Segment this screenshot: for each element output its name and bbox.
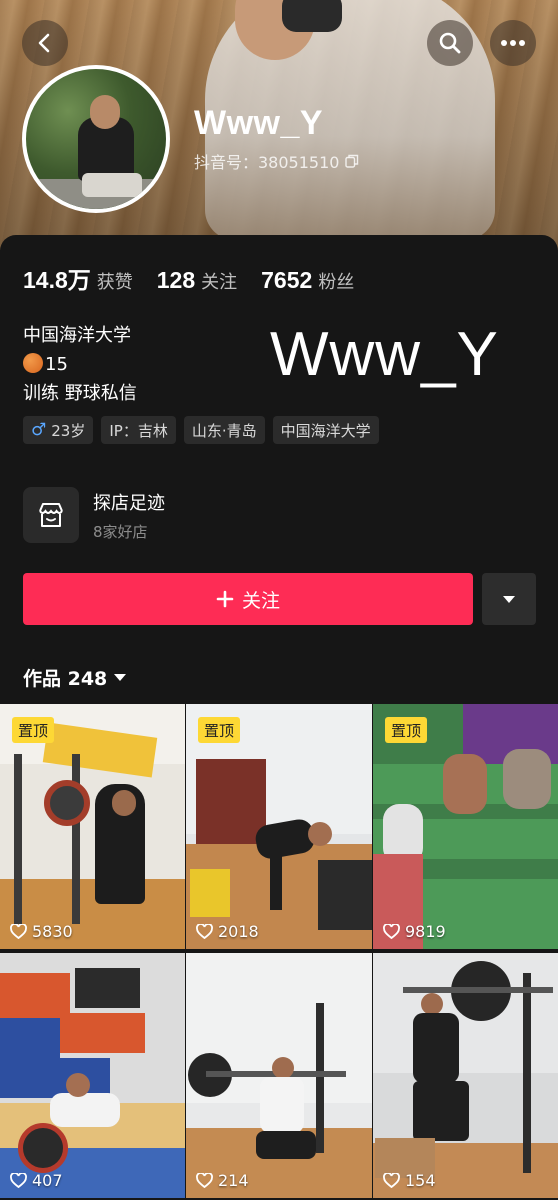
profile-tags: ♂ 23岁 IP：吉林 山东·青岛 中国海洋大学: [23, 416, 379, 444]
pinned-badge: 置顶: [385, 717, 428, 743]
search-icon: [439, 32, 461, 54]
store-subtitle: 8家好店: [93, 522, 148, 541]
plus-icon: [216, 590, 234, 608]
back-button[interactable]: [22, 20, 68, 66]
profile-bio: 中国海洋大学 15 训练 野球私信: [23, 321, 137, 408]
stat-followers-value: 7652: [261, 267, 313, 293]
pinned-badge: 置顶: [198, 717, 241, 743]
tag-location: 山东·青岛: [183, 416, 265, 444]
video-likes-count: 9819: [405, 922, 446, 941]
video-likes: 5830: [10, 922, 73, 941]
video-likes: 407: [10, 1171, 63, 1190]
video-likes: 214: [196, 1171, 249, 1190]
cover-photo-headphone: [282, 0, 342, 32]
heart-icon: [196, 924, 213, 939]
heart-icon: [383, 924, 400, 939]
video-likes: 2018: [196, 922, 259, 941]
stat-likes-value: 14.8万: [23, 267, 91, 293]
follow-button[interactable]: 关注: [23, 573, 473, 625]
video-thumbnail[interactable]: 154: [373, 953, 558, 1198]
store-title: 探店足迹: [93, 492, 165, 514]
video-thumbnail[interactable]: 置顶 2018: [186, 704, 372, 949]
works-tab-label: 作品 248: [23, 668, 108, 690]
stat-following-label: 关注: [201, 272, 238, 293]
video-likes-count: 2018: [218, 922, 259, 941]
store-icon: [23, 487, 79, 543]
tag-ip: IP：吉林: [101, 416, 176, 444]
stat-likes-label: 获赞: [96, 272, 133, 293]
video-likes: 9819: [383, 922, 446, 941]
heart-icon: [10, 1173, 27, 1188]
profile-stats: 14.8万 获赞 128 关注 7652 粉丝: [23, 261, 354, 295]
search-button[interactable]: [427, 20, 473, 66]
heart-icon: [10, 924, 27, 939]
more-horizontal-icon: [501, 40, 525, 46]
video-likes-count: 214: [218, 1171, 249, 1190]
stat-followers[interactable]: 7652 粉丝: [261, 267, 354, 294]
profile-nickname: Www_Y: [194, 104, 324, 142]
tag-age-text: 23岁: [51, 421, 86, 440]
more-button[interactable]: [490, 20, 536, 66]
video-likes: 154: [383, 1171, 436, 1190]
heart-icon: [383, 1173, 400, 1188]
video-likes-count: 154: [405, 1171, 436, 1190]
caret-down-icon: [114, 674, 127, 681]
stat-following-value: 128: [156, 267, 196, 293]
nickname-watermark: Www_Y: [270, 320, 499, 389]
bio-number-text: 15: [45, 354, 68, 375]
stat-likes[interactable]: 14.8万 获赞: [23, 261, 133, 295]
bio-line-training: 训练 野球私信: [23, 383, 137, 404]
chevron-left-icon: [38, 33, 50, 53]
basketball-icon: [23, 353, 43, 373]
works-tab[interactable]: 作品 248: [23, 664, 127, 691]
video-thumbnail[interactable]: 214: [186, 953, 372, 1198]
douyin-id-text: 抖音号：38051510: [194, 153, 340, 172]
bio-line-number: 15: [23, 350, 137, 379]
stat-following[interactable]: 128 关注: [157, 267, 237, 294]
tag-age: ♂ 23岁: [23, 416, 94, 444]
video-grid: 置顶 5830 置顶 2018 置顶 9819 407 214 154: [0, 704, 558, 1200]
store-footprint-entry[interactable]: 探店足迹 8家好店: [23, 487, 165, 543]
video-likes-count: 407: [32, 1171, 63, 1190]
video-thumbnail[interactable]: 置顶 5830: [0, 704, 185, 949]
tag-school[interactable]: 中国海洋大学: [272, 416, 379, 444]
avatar[interactable]: [22, 65, 170, 213]
stat-followers-label: 粉丝: [318, 272, 355, 293]
pinned-badge: 置顶: [12, 717, 55, 743]
video-thumbnail[interactable]: 置顶 9819: [373, 704, 558, 949]
copy-icon[interactable]: [345, 154, 359, 168]
video-thumbnail[interactable]: 407: [0, 953, 185, 1198]
caret-down-icon: [503, 595, 515, 603]
male-icon: ♂: [31, 420, 47, 440]
bio-line-school: 中国海洋大学: [23, 325, 131, 346]
recommend-dropdown-button[interactable]: [482, 573, 536, 625]
follow-button-label: 关注: [241, 589, 280, 612]
douyin-id[interactable]: 抖音号：38051510: [194, 149, 359, 173]
profile-info-panel: 14.8万 获赞 128 关注 7652 粉丝 中国海洋大学 15 训练 野球私…: [0, 235, 558, 705]
video-likes-count: 5830: [32, 922, 73, 941]
heart-icon: [196, 1173, 213, 1188]
